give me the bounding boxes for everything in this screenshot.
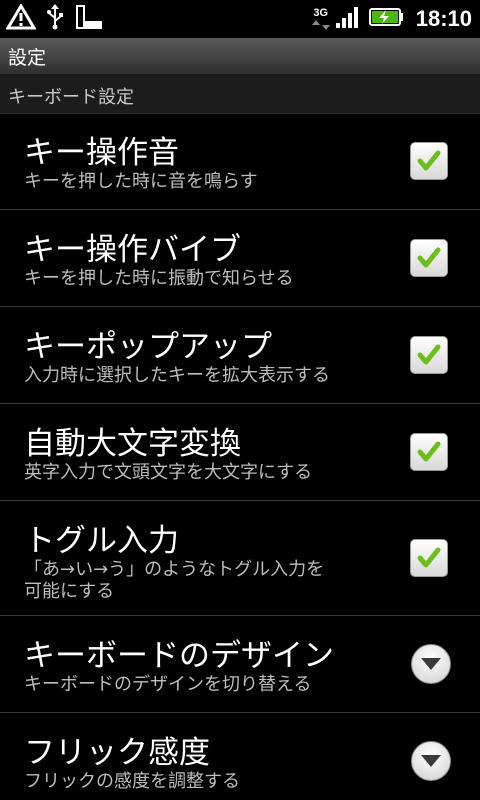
setting-summary: 「あ→い→う」のようなトグル入力を 可能にする bbox=[24, 559, 394, 603]
setting-summary: キーを押した時に音を鳴らす bbox=[24, 171, 258, 192]
setting-summary: フリックの感度を調整する bbox=[24, 771, 240, 792]
setting-toggle-input[interactable]: トグル入力 「あ→い→う」のようなトグル入力を 可能にする bbox=[0, 501, 480, 616]
setting-summary: 英字入力で文頭文字を大文字にする bbox=[24, 462, 313, 483]
status-bar-left bbox=[5, 3, 104, 35]
status-bar-right: 3G 18:10 bbox=[311, 4, 472, 34]
setting-title: キー操作バイブ bbox=[24, 232, 241, 268]
setting-keyboard-design[interactable]: キーボードのデザイン キーボードのデザインを切り替える bbox=[0, 616, 480, 713]
clock: 18:10 bbox=[415, 6, 472, 31]
checkbox-toggle-input[interactable] bbox=[410, 539, 448, 577]
setting-key-popup[interactable]: キーポップアップ 入力時に選択したキーを拡大表示する bbox=[0, 307, 480, 404]
setting-title: キーポップアップ bbox=[24, 329, 272, 365]
checkbox-key-sound[interactable] bbox=[410, 142, 448, 180]
network-type-label: 3G bbox=[313, 6, 329, 19]
setting-summary: 入力時に選択したキーを拡大表示する bbox=[24, 365, 330, 386]
checkmark-icon bbox=[417, 547, 441, 568]
checkmark-icon bbox=[417, 441, 441, 462]
dropdown-flick-sensitivity[interactable] bbox=[411, 741, 451, 781]
section-header-label: キーボード設定 bbox=[8, 87, 134, 108]
setting-title: トグル入力 bbox=[24, 523, 179, 559]
checkbox-key-popup[interactable] bbox=[410, 336, 448, 374]
checkbox-key-vibrate[interactable] bbox=[410, 239, 448, 277]
sd-card-icon bbox=[74, 3, 104, 35]
battery-charging-icon bbox=[368, 6, 404, 32]
network-3g-icon: 3G bbox=[311, 6, 330, 31]
setting-summary: キーボードのデザインを切り替える bbox=[24, 674, 312, 695]
setting-key-vibrate[interactable]: キー操作バイブ キーを押した時に振動で知らせる bbox=[0, 210, 480, 307]
setting-summary: キーを押した時に振動で知らせる bbox=[24, 268, 294, 289]
checkmark-icon bbox=[417, 344, 441, 365]
setting-auto-capitalize[interactable]: 自動大文字変換 英字入力で文頭文字を大文字にする bbox=[0, 404, 480, 501]
section-header: キーボード設定 bbox=[0, 75, 480, 114]
checkmark-icon bbox=[417, 150, 441, 171]
setting-summary-line: 「あ→い→う」のようなトグル入力を bbox=[24, 559, 325, 580]
settings-list: キー操作音 キーを押した時に音を鳴らす キー操作バイブ キーを押した時に振動で知… bbox=[0, 113, 480, 800]
setting-title: キー操作音 bbox=[24, 135, 179, 171]
signal-icon bbox=[335, 5, 362, 33]
setting-key-sound[interactable]: キー操作音 キーを押した時に音を鳴らす bbox=[0, 113, 480, 210]
setting-title: 自動大文字変換 bbox=[24, 426, 241, 462]
status-bar: 3G 18:10 bbox=[0, 0, 480, 38]
checkmark-icon bbox=[417, 247, 441, 268]
title-bar: 設定 bbox=[0, 38, 480, 75]
chevron-down-icon bbox=[421, 755, 441, 767]
warning-icon bbox=[5, 3, 37, 34]
setting-title: フリック感度 bbox=[24, 735, 210, 771]
setting-title: キーボードのデザイン bbox=[24, 638, 334, 674]
setting-summary-line: 可能にする bbox=[24, 581, 115, 602]
page-title: 設定 bbox=[8, 47, 47, 69]
chevron-down-icon bbox=[421, 658, 441, 670]
dropdown-keyboard-design[interactable] bbox=[411, 644, 451, 684]
checkbox-auto-capitalize[interactable] bbox=[410, 433, 448, 471]
setting-flick-sensitivity[interactable]: フリック感度 フリックの感度を調整する bbox=[0, 713, 480, 800]
usb-icon bbox=[46, 4, 64, 34]
